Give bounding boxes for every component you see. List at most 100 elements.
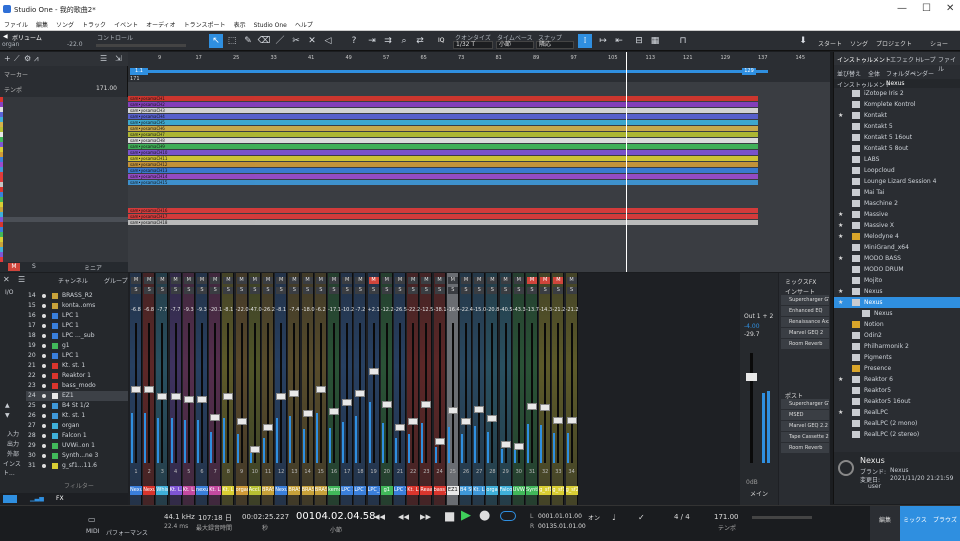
pencil-tool-icon[interactable]: ✎ (241, 34, 255, 48)
autoscroll-icon[interactable]: ⇉ (381, 34, 395, 48)
mini-tab[interactable]: ミニア (84, 263, 102, 272)
playhead[interactable] (626, 52, 627, 82)
fader-knob[interactable] (461, 418, 471, 425)
menu-event[interactable]: イベント (110, 20, 142, 31)
event-clip[interactable]: sam•yosamaCH14 (128, 174, 758, 179)
visibility-icon[interactable] (42, 294, 46, 298)
io-icon[interactable]: I/O (5, 289, 14, 296)
fader-knob[interactable] (329, 408, 339, 415)
fader-track[interactable] (425, 323, 428, 463)
side-input[interactable]: 入力 (7, 429, 19, 438)
mute-button[interactable]: M (170, 277, 181, 284)
strip-name[interactable]: LPC_s (367, 486, 380, 495)
mute-button[interactable]: M (236, 277, 247, 284)
mix-button[interactable]: ミックス (900, 506, 930, 541)
scroll-down-icon[interactable]: ▼ (5, 412, 10, 419)
browser-item[interactable]: Mai Tai (834, 187, 960, 198)
solo-button[interactable]: S (355, 287, 366, 294)
visibility-icon[interactable] (42, 364, 46, 368)
fader-knob[interactable] (421, 401, 432, 408)
metronome-icon[interactable]: ♩ (612, 513, 616, 522)
maximize-icon[interactable]: ☐ (922, 3, 931, 14)
mixer-channel-row[interactable]: 31 g_sf1...11.6 (26, 461, 128, 471)
fader-knob[interactable] (223, 393, 234, 400)
visibility-icon[interactable] (42, 374, 46, 378)
event-clip[interactable]: sam•yosamaCH11 (128, 156, 758, 161)
tempo-value[interactable]: 171.00 (96, 85, 117, 92)
mixer-channel-row[interactable]: 23 bass_modo (26, 381, 128, 391)
mute-button[interactable]: M (210, 277, 221, 284)
arrange-view[interactable]: sam•yosamaCH1 sam•yosamaCH2 sam•yosamaCH3 s… (128, 82, 830, 272)
expand-icon[interactable]: ⇲ (115, 54, 122, 63)
fader-track[interactable] (306, 323, 309, 463)
mute-button[interactable]: M (144, 277, 155, 284)
visibility-icon[interactable] (42, 404, 46, 408)
solo-button[interactable]: S (144, 287, 155, 294)
mute-button[interactable]: M (302, 277, 313, 284)
fader-track[interactable] (319, 323, 322, 463)
favorite-icon[interactable]: ★ (838, 231, 843, 242)
record-icon[interactable]: ● (479, 508, 490, 523)
control-slider[interactable] (96, 44, 186, 47)
mute-tab[interactable]: M (8, 263, 20, 271)
project-button[interactable]: プロジェクト (876, 39, 912, 48)
fader-knob[interactable] (487, 415, 498, 422)
strip-name[interactable]: LPC 1 (354, 486, 367, 495)
mixer-channel-row[interactable]: 14 BRASS_R2 (26, 291, 128, 301)
mixer-channel-row[interactable]: 15 konta..oms (26, 301, 128, 311)
event-clip[interactable]: sam•yosamaCH6 (128, 126, 758, 131)
group-tab[interactable]: グループ (104, 276, 128, 285)
channel-tab[interactable]: チャンネル (58, 276, 88, 285)
show-button[interactable]: ショー (930, 39, 948, 48)
visibility-icon[interactable] (42, 464, 46, 468)
mute-button[interactable]: M (276, 277, 287, 284)
event-clip[interactable]: sam•yosamaCH8 (128, 138, 758, 143)
fader-track[interactable] (557, 323, 560, 463)
loop-start-marker[interactable]: 1.1 (130, 68, 148, 75)
strip-name[interactable]: LPC 1 (394, 486, 406, 495)
mute-button[interactable]: M (315, 277, 326, 284)
mixer-channel-row[interactable]: 27 organ (26, 421, 128, 431)
mute-button[interactable]: M (381, 277, 392, 284)
fader-track[interactable] (399, 323, 401, 463)
plugin-slot[interactable]: Room Reverb (781, 339, 829, 349)
favorite-icon[interactable]: ★ (838, 253, 843, 264)
browser-item[interactable]: ★ RealLPC (834, 407, 960, 418)
stop-icon[interactable]: ■ (444, 509, 455, 523)
visibility-icon[interactable] (42, 354, 46, 358)
event-clip[interactable]: sam•yosamaCH16 (128, 208, 758, 213)
start-button[interactable]: スタート (818, 39, 842, 48)
mute-button[interactable]: M (197, 277, 207, 284)
solo-button[interactable]: S (183, 287, 194, 294)
visibility-icon[interactable] (42, 334, 46, 338)
mixer-channel-row[interactable]: 22 Reaktor 1 (26, 371, 128, 381)
favorite-icon[interactable]: ★ (838, 209, 843, 220)
strip-name[interactable]: BRASS (314, 486, 327, 495)
solo-button[interactable]: S (368, 287, 379, 294)
sort-vendor[interactable]: ベンダー (910, 69, 934, 78)
rewind-start-icon[interactable]: ◂◂ (374, 510, 385, 523)
fader-track[interactable] (544, 323, 547, 463)
side-instrument[interactable]: インスト... (3, 459, 26, 477)
solo-button[interactable]: S (249, 287, 260, 294)
browser-item[interactable]: MiniGrand_x64 (834, 242, 960, 253)
browser-item[interactable]: Reaktor5 16out (834, 396, 960, 407)
start-icon[interactable]: ⬇ (796, 34, 810, 48)
event-clip[interactable]: sam•yosamaCH18 (128, 220, 758, 225)
mute-button[interactable]: M (553, 277, 564, 284)
fader-knob[interactable] (355, 390, 366, 397)
menu-studio-one[interactable]: Studio One (250, 20, 291, 31)
help-icon[interactable]: ? (347, 34, 361, 48)
plugin-slot[interactable]: Renaissance Axx (781, 317, 829, 327)
solo-button[interactable]: S (170, 287, 181, 294)
quantize-select[interactable]: 1/32 T (453, 41, 493, 49)
mute-button[interactable]: M (513, 277, 524, 284)
visibility-icon[interactable] (42, 414, 46, 418)
solo-button[interactable]: S (408, 287, 419, 294)
fader-track[interactable] (240, 323, 243, 463)
mute-button[interactable]: M (566, 277, 577, 284)
loop-end-marker[interactable]: 129 (742, 68, 756, 75)
forward-icon[interactable]: ▸▸ (420, 510, 431, 523)
tempo-display[interactable]: 171.00 (714, 513, 739, 521)
mute-button[interactable]: M (342, 277, 353, 284)
